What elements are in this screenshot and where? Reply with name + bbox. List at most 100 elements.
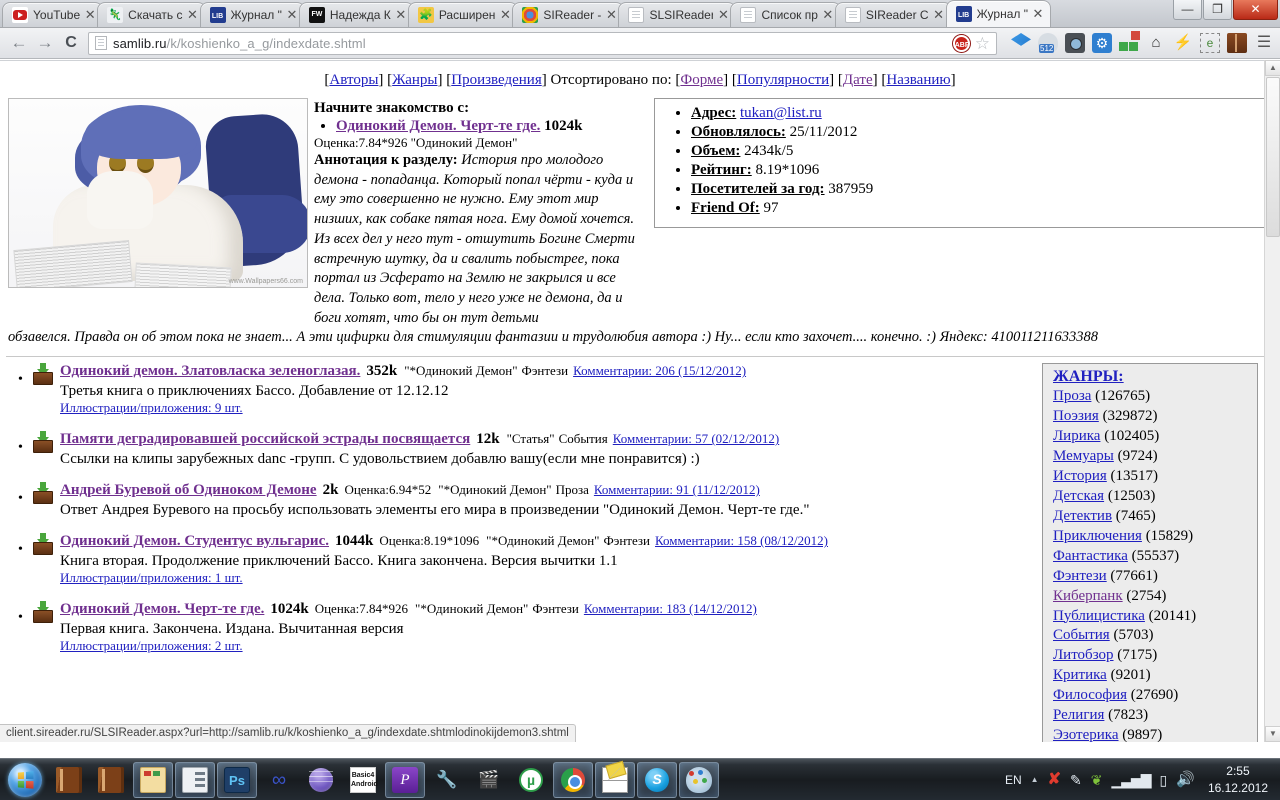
antivirus-x-icon[interactable]: ✘	[1048, 771, 1061, 788]
work-illustrations-link[interactable]: Иллюстрации/приложения: 1 шт.	[60, 570, 243, 585]
sort-link-title[interactable]: Названию	[886, 72, 950, 88]
genre-link-sobytiya[interactable]: События	[1053, 627, 1110, 643]
taskbar-item-control-panel[interactable]	[175, 761, 215, 798]
volume-icon[interactable]: 🔊	[1176, 771, 1195, 788]
tab-close-icon[interactable]: ✕	[717, 8, 729, 21]
taskbar-item-book-1[interactable]	[49, 762, 89, 798]
download-book-icon[interactable]	[32, 431, 54, 454]
taskbar-clock[interactable]: 2:55 16.12.2012	[1204, 763, 1274, 795]
tab-close-icon[interactable]: ✕	[395, 8, 407, 21]
taskbar-item-utorrent[interactable]: µ	[511, 762, 551, 798]
work-comments-link[interactable]: Комментарии: 158 (08/12/2012)	[655, 533, 828, 548]
genre-link-poeziya[interactable]: Поэзия	[1053, 408, 1099, 424]
browser-tab-extensions[interactable]: Расширен ✕	[407, 2, 519, 27]
browser-tab-zhurnal-active[interactable]: LIB.RU Журнал " ✕	[945, 0, 1051, 27]
nav-link-authors[interactable]: Авторы	[329, 72, 378, 88]
taskbar-item-explorer[interactable]	[133, 761, 173, 798]
genre-link-fantastika[interactable]: Фантастика	[1053, 548, 1128, 564]
genre-link-kritika[interactable]: Критика	[1053, 667, 1107, 683]
evernote-icon[interactable]: e	[1200, 33, 1220, 53]
tab-close-icon[interactable]: ✕	[84, 8, 96, 21]
work-comments-link[interactable]: Комментарии: 183 (14/12/2012)	[584, 601, 757, 616]
sort-link-form[interactable]: Форме	[680, 72, 723, 88]
work-comments-link[interactable]: Комментарии: 206 (15/12/2012)	[573, 363, 746, 378]
lamp-icon[interactable]: ⌂	[1146, 33, 1166, 53]
settings-gear-icon[interactable]: ⚙	[1092, 33, 1112, 53]
work-illustrations-link[interactable]: Иллюстрации/приложения: 2 шт.	[60, 638, 243, 653]
work-illustrations-link[interactable]: Иллюстрации/приложения: 9 шт.	[60, 400, 243, 415]
genre-link-ezoterika[interactable]: Эзотерика	[1053, 727, 1119, 742]
adblock-icon[interactable]: ABP	[952, 34, 970, 52]
genre-link-litobzor[interactable]: Литобзор	[1053, 647, 1114, 663]
bookmark-star-icon[interactable]: ☆	[975, 35, 990, 52]
browser-tab-youtube[interactable]: YouTube ✕	[2, 2, 104, 27]
taskbar-item-photoshop[interactable]: Ps	[217, 761, 257, 798]
forward-button[interactable]: →	[32, 31, 58, 55]
show-hidden-icons-icon[interactable]: ▲	[1031, 775, 1039, 784]
work-title-link[interactable]: Одинокий Демон. Черт-те где.	[60, 601, 264, 617]
maximize-button[interactable]: ❐	[1203, 0, 1232, 20]
tab-close-icon[interactable]: ✕	[499, 8, 511, 21]
genre-link-lirika[interactable]: Лирика	[1053, 428, 1100, 444]
browser-tab-nadezhda[interactable]: FW Надежда К ✕	[298, 2, 414, 27]
pen-icon[interactable]: ✎	[1070, 772, 1082, 788]
nav-link-works[interactable]: Произведения	[451, 72, 541, 88]
tab-close-icon[interactable]: ✕	[933, 8, 945, 21]
browser-tab-sireader-1[interactable]: SIReader - ✕	[512, 2, 625, 27]
genre-link-memuary[interactable]: Мемуары	[1053, 448, 1114, 464]
window-close-button[interactable]: ✕	[1233, 0, 1278, 20]
browser-tab-download[interactable]: Скачать с ✕	[97, 2, 206, 27]
book-icon[interactable]	[1227, 33, 1247, 53]
intro-work-link[interactable]: Одинокий Демон. Черт-те где.	[336, 118, 540, 134]
genre-link-religiya[interactable]: Религия	[1053, 707, 1104, 723]
taskbar-item-p-app[interactable]: P	[385, 761, 425, 798]
sort-link-popularity[interactable]: Популярности	[737, 72, 829, 88]
scroll-down-arrow-icon[interactable]: ▼	[1265, 726, 1280, 742]
taskbar-item-skype[interactable]: S	[637, 761, 677, 798]
back-button[interactable]: ←	[6, 31, 32, 55]
work-comments-link[interactable]: Комментарии: 57 (02/12/2012)	[613, 431, 779, 446]
browser-tab-sireader-2[interactable]: SIReader C ✕	[834, 2, 952, 27]
menu-icon[interactable]: ☰	[1254, 33, 1274, 53]
address-bar[interactable]: samlib.ru/k/koshienko_a_g/indexdate.shtm…	[88, 31, 997, 55]
page-scrollbar-vertical[interactable]: ▲ ▼	[1264, 60, 1280, 742]
download-book-icon[interactable]	[32, 533, 54, 556]
camera-icon[interactable]	[1065, 33, 1085, 53]
work-title-link[interactable]: Памяти деградировавшей российской эстрад…	[60, 431, 470, 447]
genre-link-fentezi[interactable]: Фэнтези	[1053, 568, 1107, 584]
download-book-icon[interactable]	[32, 363, 54, 386]
work-title-link[interactable]: Андрей Буревой об Одиноком Демоне	[60, 482, 317, 498]
scrollbar-thumb[interactable]	[1266, 77, 1280, 237]
download-book-icon[interactable]	[32, 601, 54, 624]
reload-icon[interactable]: C	[58, 31, 84, 55]
work-comments-link[interactable]: Комментарии: 91 (11/12/2012)	[594, 482, 760, 497]
genre-link-detskaya[interactable]: Детская	[1053, 488, 1104, 504]
browser-tab-spisok[interactable]: Список пр ✕	[730, 2, 841, 27]
info-value-address[interactable]: tukan@list.ru	[740, 105, 822, 121]
dropbox-icon[interactable]	[1011, 33, 1031, 46]
download-book-icon[interactable]	[32, 482, 54, 505]
genre-link-filosofiya[interactable]: Философия	[1053, 687, 1127, 703]
genre-link-publicistika[interactable]: Публицистика	[1053, 608, 1145, 624]
network-icon[interactable]: ▁▃▅▇	[1111, 772, 1151, 788]
nav-link-genres[interactable]: Жанры	[392, 72, 437, 88]
start-button[interactable]	[2, 760, 48, 800]
tab-close-icon[interactable]: ✕	[1032, 7, 1044, 20]
genre-link-proza[interactable]: Проза	[1053, 388, 1091, 404]
taskbar-item-book-2[interactable]	[91, 762, 131, 798]
weather-icon[interactable]	[1038, 33, 1058, 53]
taskbar-item-paint[interactable]	[679, 761, 719, 798]
sort-link-date[interactable]: Дате	[843, 72, 873, 88]
taskbar-item-mail[interactable]	[595, 761, 635, 798]
battery-icon[interactable]: ▯	[1160, 772, 1168, 788]
taskbar-item-sphere[interactable]	[301, 762, 341, 798]
taskbar-item-tools[interactable]: 🔧	[427, 762, 467, 798]
tab-close-icon[interactable]: ✕	[286, 8, 298, 21]
genre-link-istoriya[interactable]: История	[1053, 468, 1107, 484]
work-title-link[interactable]: Одинокий Демон. Студентус вульгарис.	[60, 533, 329, 549]
browser-tab-slsireader[interactable]: SLSIReader ✕	[618, 2, 737, 27]
genre-link-detektiv[interactable]: Детектив	[1053, 508, 1112, 524]
scroll-up-arrow-icon[interactable]: ▲	[1265, 60, 1280, 76]
genre-link-priklyucheniya[interactable]: Приключения	[1053, 528, 1142, 544]
genres-heading-link[interactable]: ЖАНРЫ:	[1053, 368, 1251, 386]
